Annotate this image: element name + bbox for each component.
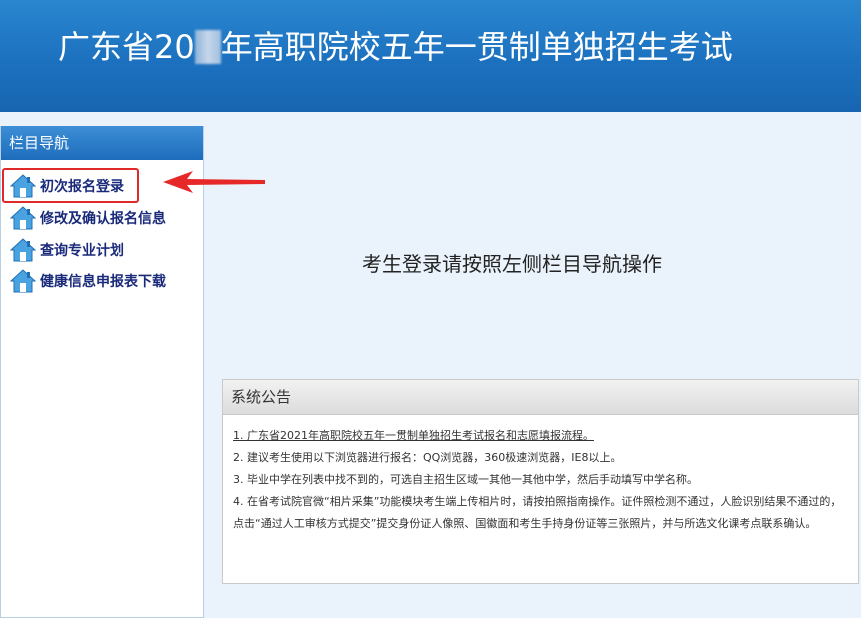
blurred-digits [194,30,221,64]
house-icon [10,269,36,293]
notice-item: 4. 在省考试院官微“相片采集”功能模块考生端上传相片时，请按拍照指南操作。证件… [233,495,842,530]
sidebar-heading: 栏目导航 [1,126,203,160]
sidebar-item-label: 修改及确认报名信息 [40,211,166,227]
highlight-box [2,168,139,203]
notice-heading: 系统公告 [223,380,858,415]
sidebar-item-modify-info[interactable]: 修改及确认报名信息 [10,204,166,232]
house-icon [10,206,36,230]
page-title: 广东省20 年高职院校五年一贯制单独招生考试 [58,22,733,68]
red-arrow-icon [163,171,265,193]
page-header: 广东省20 年高职院校五年一贯制单独招生考试 [0,0,861,112]
sidebar-item-health-form[interactable]: 健康信息申报表下载 [10,267,166,295]
notice-item: 2. 建议考生使用以下浏览器进行报名：QQ浏览器，360极速浏览器，IE8以上。 [233,451,622,464]
sidebar-item-query-plan[interactable]: 查询专业计划 [10,236,124,264]
sidebar-item-label: 查询专业计划 [40,243,124,259]
notice-item: 3. 毕业中学在列表中找不到的，可选自主招生区域一其他一其他中学，然后手动填写中… [233,473,698,486]
page-title-part2: 年高职院校五年一贯制单独招生考试 [220,28,733,66]
system-notice-panel: 系统公告 1. 广东省2021年高职院校五年一贯制单独招生考试报名和志愿填报流程… [222,379,859,584]
login-instruction: 考生登录请按照左侧栏目导航操作 [362,252,662,276]
sidebar-item-label: 健康信息申报表下载 [40,274,166,290]
page-title-part1: 广东省20 [58,28,195,66]
house-icon [10,238,36,262]
notice-body: 1. 广东省2021年高职院校五年一贯制单独招生考试报名和志愿填报流程。 2. … [223,415,858,535]
notice-item-link[interactable]: 1. 广东省2021年高职院校五年一贯制单独招生考试报名和志愿填报流程。 [233,425,848,447]
